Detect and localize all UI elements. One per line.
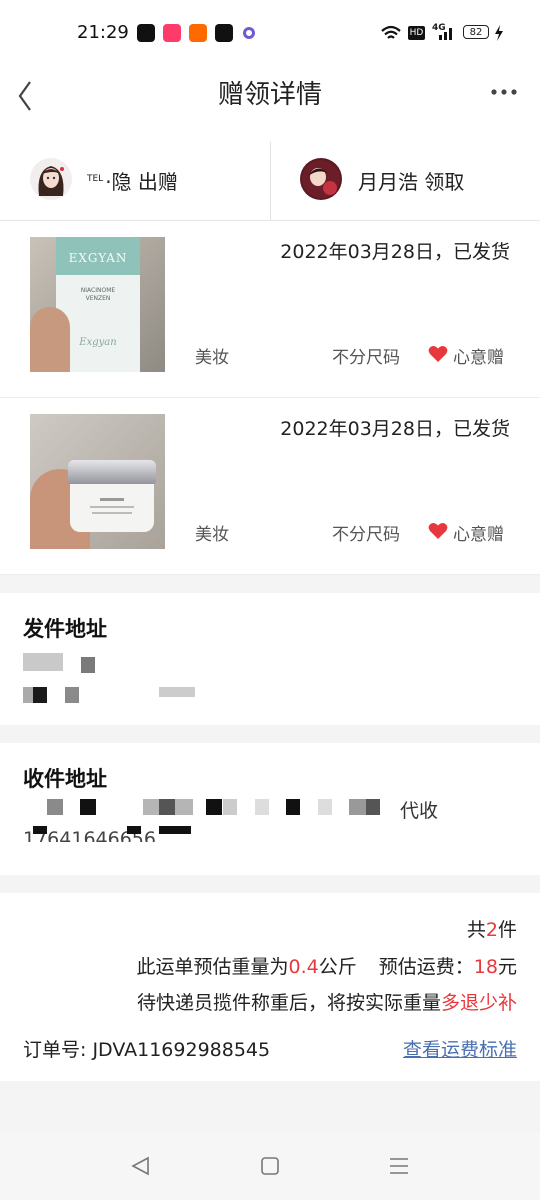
tel-prefix: TEL bbox=[87, 174, 104, 185]
jar-lid bbox=[68, 460, 156, 486]
note-prefix: 待快递员揽件称重后，将按实际重量 bbox=[136, 992, 441, 1014]
giver-name: ·隐 bbox=[105, 170, 132, 194]
product-text-1: NIACINOME bbox=[80, 287, 116, 294]
shipping-fee-section: 共2件 此运单预估重量为0.4公斤 预估运费：18元 待快递员揽件称重后，将按实际… bbox=[0, 893, 540, 1081]
receiver-label: 月月浩 领取 bbox=[358, 166, 464, 195]
giver-action: 出赠 bbox=[137, 170, 178, 194]
status-bar: 21:29 HD 4G 82 bbox=[0, 0, 540, 66]
gift-participants: TEL ·隐 出赠 月月浩 领取 bbox=[0, 142, 540, 221]
order-number: JDVA11692988545 bbox=[92, 1039, 271, 1061]
receiver-address-title: 收件地址 bbox=[23, 767, 107, 791]
cost-label: 预估运费： bbox=[378, 956, 474, 978]
menu-lines-icon[interactable] bbox=[384, 1151, 414, 1181]
gift-type: 心意赠 bbox=[453, 525, 504, 545]
heart-icon bbox=[428, 523, 448, 539]
product-image[interactable]: EXGYAN NIACINOME VENZEN Exgyan bbox=[30, 237, 165, 372]
jar-text-1 bbox=[100, 498, 124, 501]
system-navigation-bar bbox=[0, 1133, 540, 1200]
receiver-address-card: 收件地址 代收 17641646656 bbox=[0, 743, 540, 875]
kuaishou-icon bbox=[163, 24, 181, 42]
status-time: 21:29 bbox=[77, 22, 129, 43]
sender-address-card: 发件地址 bbox=[0, 593, 540, 725]
product-text-2: VENZEN bbox=[85, 295, 111, 302]
navigation-header: 赠领详情 bbox=[0, 66, 540, 142]
count-suffix: 件 bbox=[497, 919, 517, 941]
hand-shape bbox=[30, 307, 70, 372]
item-count: 共2件 bbox=[467, 915, 517, 942]
giver-label: TEL ·隐 出赠 bbox=[87, 166, 178, 195]
size-tag: 不分尺码 bbox=[332, 348, 400, 368]
sender-address-title: 发件地址 bbox=[23, 617, 107, 641]
sender-address-redacted bbox=[23, 653, 203, 723]
taobao-icon bbox=[189, 24, 207, 42]
receiver-action: 领取 bbox=[424, 170, 465, 194]
home-square-icon[interactable] bbox=[255, 1151, 285, 1181]
heart-icon bbox=[428, 346, 448, 362]
note-highlight: 多退少补 bbox=[440, 992, 517, 1014]
count-prefix: 共 bbox=[466, 919, 486, 941]
ring-app-icon bbox=[243, 27, 255, 39]
product-image[interactable] bbox=[30, 414, 165, 549]
charging-icon bbox=[495, 25, 503, 41]
weight-unit: 公斤 bbox=[318, 956, 357, 978]
size-tag: 不分尺码 bbox=[332, 525, 400, 545]
jar-text-2 bbox=[90, 506, 134, 508]
receiver-name: 月月浩 bbox=[358, 170, 418, 194]
back-triangle-icon[interactable] bbox=[126, 1151, 156, 1181]
product-brand: EXGYAN bbox=[68, 251, 128, 265]
order-number-row: 订单号: JDVA11692988545 bbox=[23, 1035, 270, 1062]
giver-avatar[interactable] bbox=[30, 158, 72, 200]
receiver-address-redacted bbox=[23, 799, 403, 819]
hd-icon: HD bbox=[408, 26, 425, 40]
view-fee-standard-link[interactable]: 查看运费标准 bbox=[403, 1035, 517, 1062]
receiver-phone-redacted bbox=[23, 826, 203, 840]
gift-item[interactable]: 2022年03月28日，已发货 美妆 不分尺码 心意赠 bbox=[0, 398, 540, 575]
page-title: 赠领详情 bbox=[217, 80, 322, 110]
weight-note: 待快递员揽件称重后，将按实际重量多退少补 bbox=[137, 988, 517, 1015]
more-horizontal-icon[interactable] bbox=[486, 76, 526, 116]
cost-value: 18 bbox=[473, 956, 498, 978]
count-value: 2 bbox=[485, 919, 498, 941]
tiktok-icon bbox=[137, 24, 155, 42]
gift-item[interactable]: EXGYAN NIACINOME VENZEN Exgyan 2022年03月2… bbox=[0, 221, 540, 398]
order-label: 订单号: bbox=[23, 1039, 87, 1061]
weight-value: 0.4 bbox=[288, 956, 319, 978]
wifi-icon bbox=[381, 25, 401, 39]
weight-and-cost: 此运单预估重量为0.4公斤 预估运费：18元 bbox=[137, 952, 517, 979]
battery-icon: 82 bbox=[463, 25, 489, 39]
jar-body bbox=[70, 484, 154, 532]
category-tag: 美妆 bbox=[195, 348, 229, 368]
ship-date: 2022年03月28日，已发货 bbox=[280, 241, 510, 263]
ship-date: 2022年03月28日，已发货 bbox=[280, 418, 510, 440]
receiver-avatar[interactable] bbox=[300, 158, 342, 200]
category-tag: 美妆 bbox=[195, 525, 229, 545]
cost-unit: 元 bbox=[497, 956, 517, 978]
capcut-icon bbox=[215, 24, 233, 42]
weight-prefix: 此运单预估重量为 bbox=[136, 956, 289, 978]
4g-signal-icon bbox=[439, 28, 452, 40]
jar-text-3 bbox=[92, 512, 132, 514]
participant-divider bbox=[270, 142, 271, 220]
receiver-address-partial: 代收 bbox=[400, 800, 439, 822]
gift-type: 心意赠 bbox=[453, 348, 504, 368]
